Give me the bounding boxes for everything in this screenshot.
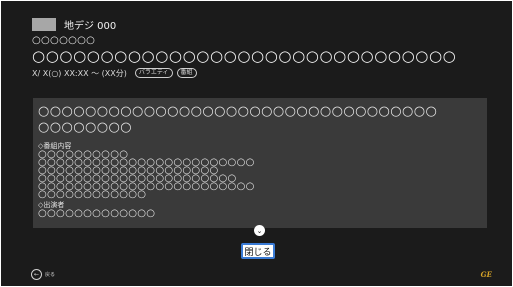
program-title: ○○○○○○○○○○○○○○○○○○○○○○○○○○○○○○○ <box>32 47 457 65</box>
program-subtitle: ○○○○○○○ <box>32 35 96 46</box>
genre-tag: バラエティ <box>134 68 173 78</box>
program-tag: 番組 <box>176 68 197 78</box>
description-content: ○○○○○○○○○○○○○○○○○○○○○○○○○○○○○○○○○○ ○○○○○… <box>33 98 487 222</box>
back-arrow-icon: ← <box>31 269 42 280</box>
summary-line-1: ○○○○○○○○○○○○○○○○○○○○○○○○○○○○○○○○○○ <box>38 104 438 119</box>
chevron-down-icon[interactable]: ⌄ <box>254 225 265 236</box>
back-control[interactable]: ← 戻る <box>31 269 55 280</box>
content-line: ○○○○○○○○○○○○ <box>38 189 147 200</box>
summary-line-2: ○○○○○○○○ <box>38 120 132 135</box>
cast-line: ○○○○○○○○○○○○○ <box>38 208 156 219</box>
broadcast-time: X/ X(○) XX:XX 〜 (XX分) <box>32 68 127 78</box>
brand-logo: GE <box>480 270 492 279</box>
channel-name: 地デジ 000 <box>64 20 117 32</box>
broadcast-time-row: X/ X(○) XX:XX 〜 (XX分) バラエティ 番組 <box>32 66 492 80</box>
program-header: 地デジ 000 ○○○○○○○ ○○○○○○○○○○○○○○○○○○○○○○○○… <box>32 13 492 80</box>
program-description-panel[interactable]: ○○○○○○○○○○○○○○○○○○○○○○○○○○○○○○○○○○ ○○○○○… <box>33 98 487 228</box>
channel-row: 地デジ 000 <box>32 13 492 35</box>
back-label: 戻る <box>45 272 56 278</box>
channel-logo <box>32 17 56 31</box>
close-button[interactable]: 閉じる <box>241 243 275 259</box>
program-detail-screen: 地デジ 000 ○○○○○○○ ○○○○○○○○○○○○○○○○○○○○○○○○… <box>0 0 513 287</box>
